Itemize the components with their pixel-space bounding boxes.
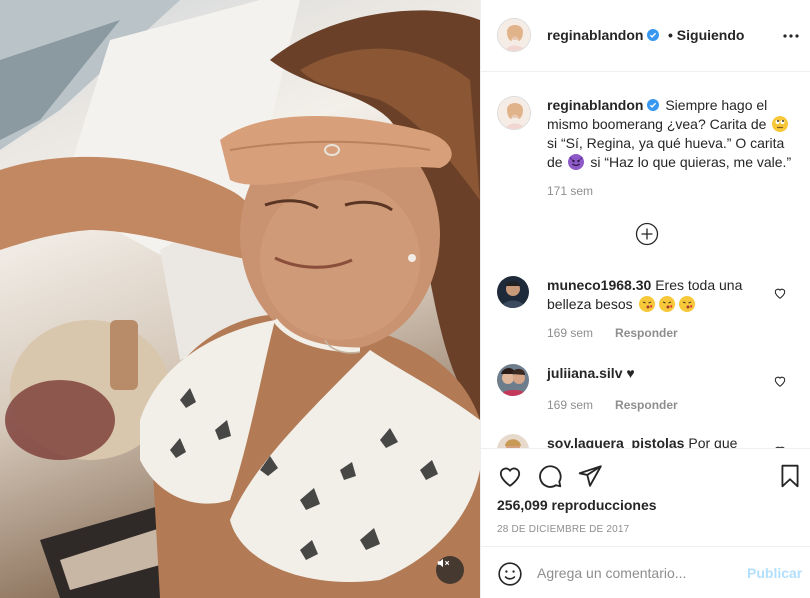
caption-username[interactable]: reginablandon: [547, 97, 660, 113]
post-panel: reginablandon • Siguiendo reginablandon …: [480, 0, 810, 598]
commenter-avatar: [497, 364, 529, 396]
username-link[interactable]: reginablandon: [547, 27, 660, 43]
video-frame: [0, 0, 480, 598]
post-date[interactable]: 28 DE DICIEMBRE DE 2017: [497, 524, 629, 535]
comment-timestamp[interactable]: 169 sem: [547, 326, 593, 340]
caption-username-text: reginablandon: [547, 97, 644, 113]
caption: reginablandon Siempre hago el mismo boom…: [547, 96, 795, 172]
verified-badge-icon: [647, 99, 660, 111]
smiley-icon[interactable]: [497, 561, 523, 587]
more-options-button[interactable]: [781, 26, 801, 46]
caption-meta: 171 sem: [547, 184, 593, 198]
caption-avatar[interactable]: [497, 96, 531, 130]
mute-button[interactable]: [436, 556, 464, 584]
comment-username[interactable]: juliiana.silv: [547, 365, 622, 381]
bookmark-icon[interactable]: [777, 463, 803, 489]
view-count[interactable]: 256,099 reproducciones: [497, 497, 657, 513]
commenter-avatar: [497, 276, 529, 308]
follow-status-button[interactable]: • Siguiendo: [668, 27, 744, 43]
comment-username[interactable]: soy.laguera_pistolas: [547, 435, 684, 448]
comment-meta: 169 sem Responder: [547, 398, 678, 412]
comment-username[interactable]: muneco1968.30: [547, 277, 651, 293]
commenter-avatar: [497, 434, 529, 448]
load-more-comments-button[interactable]: [635, 222, 659, 246]
profile-picture: [498, 19, 530, 51]
post-header: reginablandon • Siguiendo: [481, 0, 810, 72]
comment-item: soy.laguera_pistolas Por que eres: [481, 434, 810, 448]
profile-picture: [498, 97, 530, 129]
smiling-devil-emoji: [568, 154, 585, 170]
comment-item: muneco1968.30 Eres toda una belleza beso…: [481, 276, 810, 346]
separator: •: [668, 27, 673, 43]
heart-icon[interactable]: [497, 463, 523, 489]
heart-icon[interactable]: [773, 286, 787, 300]
speaker-muted-icon: [437, 558, 450, 568]
post-actions: 256,099 reproducciones 28 DE DICIEMBRE D…: [481, 448, 810, 546]
comment-timestamp[interactable]: 169 sem: [547, 398, 593, 412]
username-text: reginablandon: [547, 27, 644, 43]
comment-text: juliiana.silv ♥: [547, 364, 767, 383]
publish-button[interactable]: Publicar: [747, 565, 802, 581]
kissing-face-emoji: [637, 296, 697, 312]
verified-badge-icon: [647, 29, 660, 41]
plus-circle-icon: [635, 222, 659, 246]
ellipsis-icon: [783, 34, 799, 38]
comment-item: juliiana.silv ♥ 169 sem Responder: [481, 364, 810, 424]
avatar[interactable]: [497, 364, 529, 396]
avatar[interactable]: [497, 18, 531, 52]
comment-text: muneco1968.30 Eres toda una belleza beso…: [547, 276, 767, 314]
comment-input[interactable]: [537, 561, 737, 585]
heart-icon[interactable]: [773, 374, 787, 388]
follow-status-text: Siguiendo: [676, 27, 745, 43]
avatar[interactable]: [497, 434, 529, 448]
caption-text: si “Haz lo que quieras, me vale.”: [590, 154, 792, 170]
comments-list[interactable]: reginablandon Siempre hago el mismo boom…: [481, 72, 810, 448]
reply-button[interactable]: Responder: [615, 326, 678, 340]
comment-text: soy.laguera_pistolas Por que eres: [547, 434, 767, 448]
caption-timestamp[interactable]: 171 sem: [547, 184, 593, 198]
eye-roll-emoji: [772, 116, 789, 132]
comment-meta: 169 sem Responder: [547, 326, 678, 340]
comment-icon[interactable]: [537, 463, 563, 489]
post-video[interactable]: [0, 0, 480, 598]
comment-body: ♥: [626, 365, 635, 381]
comment-composer: Publicar: [481, 546, 810, 598]
paper-plane-icon[interactable]: [577, 463, 603, 489]
reply-button[interactable]: Responder: [615, 398, 678, 412]
avatar[interactable]: [497, 276, 529, 308]
